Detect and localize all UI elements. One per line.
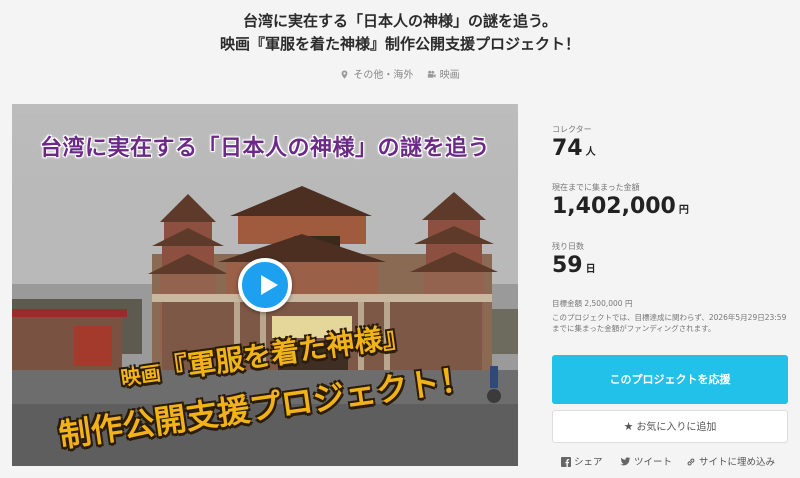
film-camera-icon <box>427 70 436 78</box>
project-video[interactable]: 台湾に実在する「日本人の神様」の謎を追う 映画『軍服を着た神様』 制作公開支援プ… <box>12 104 518 466</box>
add-favorite-label: お気に入りに追加 <box>636 422 717 433</box>
link-icon <box>687 458 695 466</box>
location-tag[interactable]: その他・海外 <box>340 66 413 81</box>
facebook-share-button[interactable]: シェア <box>561 454 603 468</box>
raised-number: 1,402,000 <box>552 194 676 219</box>
collectors-value: 74 人 <box>552 136 652 161</box>
category-tag[interactable]: 映画 <box>427 66 460 81</box>
video-overlay-line1: 台湾に実在する「日本人の神様」の謎を追う <box>39 136 490 161</box>
twitter-share-button[interactable]: ツイート <box>620 454 672 468</box>
back-project-button[interactable]: このプロジェクトを応援 <box>552 355 788 404</box>
days-label: 残り日数 <box>552 242 584 251</box>
goal-info: 目標金額 2,500,000 円 このプロジェクトでは、目標達成に関わらず、20… <box>552 298 787 334</box>
collectors-stat: コレクター 74 人 <box>552 124 596 161</box>
project-title-line1: 台湾に実在する「日本人の神様」の謎を追う。 <box>242 12 558 30</box>
add-favorite-button[interactable]: ★ お気に入りに追加 <box>552 410 788 443</box>
goal-amount: 目標金額 2,500,000 円 <box>552 299 633 308</box>
raised-label: 現在までに集まった金額 <box>552 183 640 192</box>
star-icon: ★ <box>623 420 634 433</box>
video-overlay-line2-prefix: 映画 <box>119 360 163 391</box>
twitter-share-label: ツイート <box>634 457 673 468</box>
facebook-share-label: シェア <box>574 457 603 468</box>
project-title: 台湾に実在する「日本人の神様」の謎を追う。 映画『軍服を着た神様』制作公開支援プ… <box>0 10 800 56</box>
days-unit: 日 <box>585 264 596 275</box>
raised-stat: 現在までに集まった金額 1,402,000 円 <box>552 182 689 219</box>
days-left-stat: 残り日数 59 日 <box>552 241 596 278</box>
embed-label: サイトに埋め込み <box>699 457 776 468</box>
days-number: 59 <box>552 253 583 278</box>
project-meta: その他・海外 映画 <box>0 66 800 81</box>
category-label: 映画 <box>439 70 460 81</box>
collectors-unit: 人 <box>585 147 596 158</box>
days-value: 59 日 <box>552 253 652 278</box>
facebook-icon <box>561 457 571 467</box>
location-label: その他・海外 <box>353 70 414 81</box>
raised-unit: 円 <box>678 205 689 216</box>
map-pin-icon <box>342 70 348 79</box>
collectors-number: 74 <box>552 136 583 161</box>
embed-button[interactable]: サイトに埋め込み <box>686 454 775 468</box>
funding-note: このプロジェクトでは、目標達成に関わらず、2026年5月29日23:59までに集… <box>552 313 787 333</box>
collectors-label: コレクター <box>552 125 592 134</box>
play-button-icon[interactable] <box>238 258 292 312</box>
raised-value: 1,402,000 円 <box>552 194 752 219</box>
twitter-icon <box>620 457 631 466</box>
project-title-line2: 映画『軍服を着た神様』制作公開支援プロジェクト！ <box>219 35 580 53</box>
